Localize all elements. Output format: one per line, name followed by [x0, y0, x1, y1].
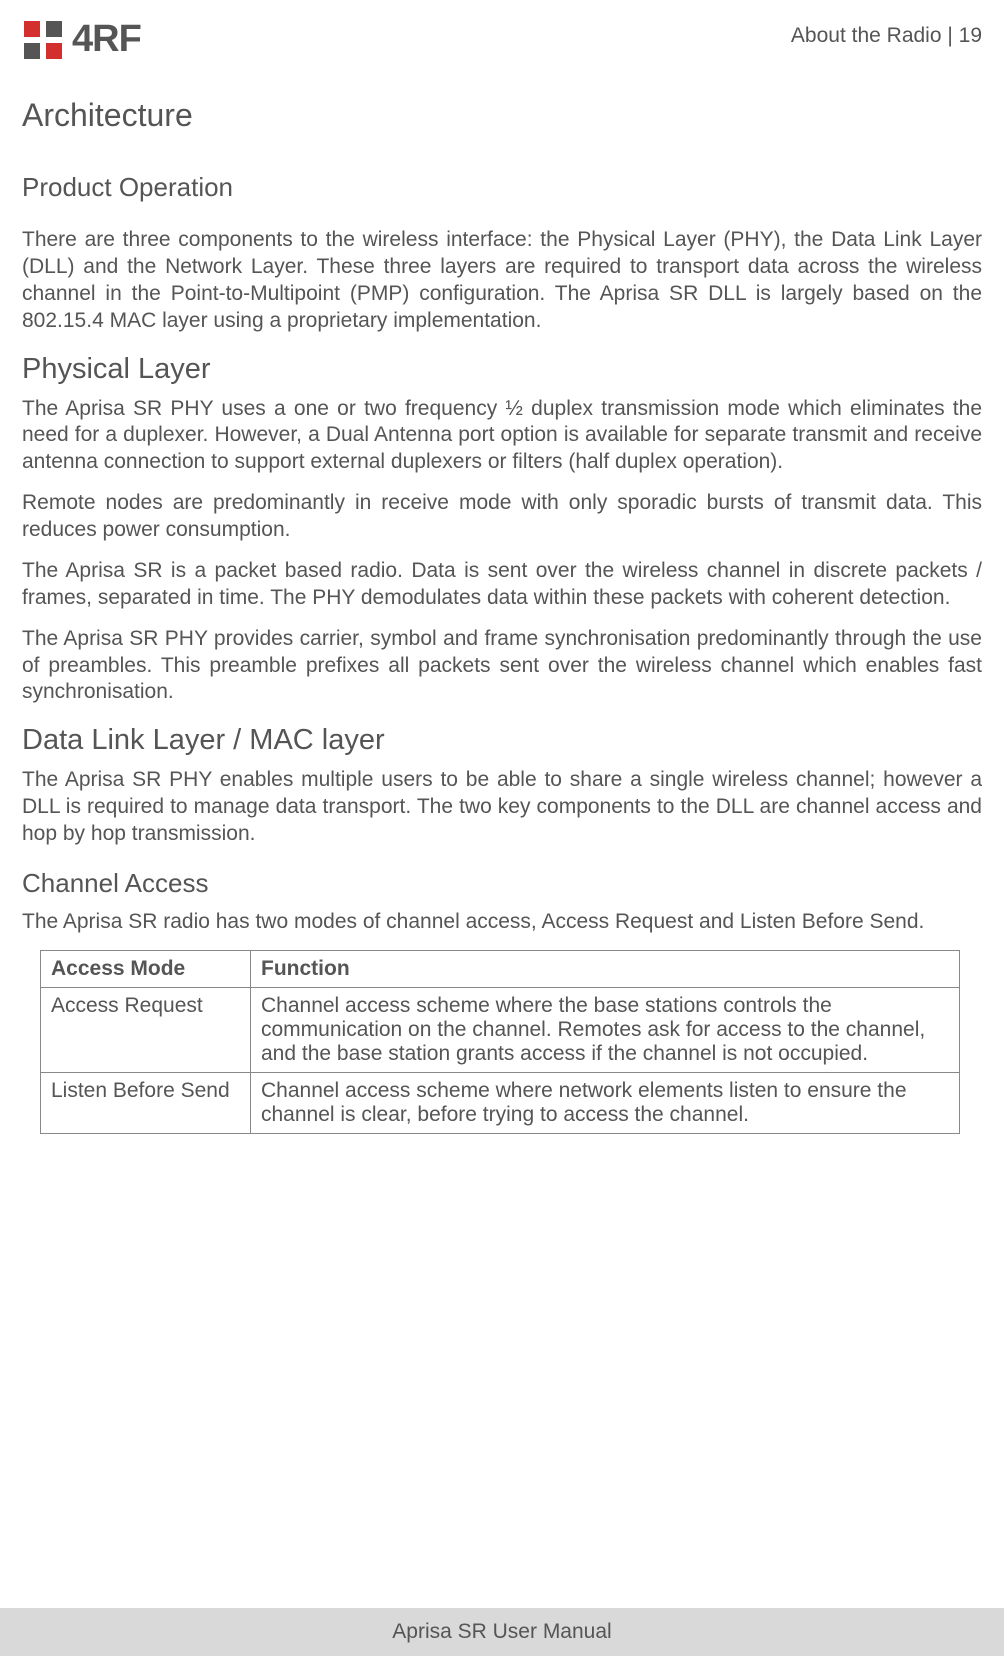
heading-product-operation: Product Operation: [22, 172, 982, 203]
logo-text: 4RF: [72, 18, 141, 61]
heading-physical-layer: Physical Layer: [22, 353, 982, 386]
logo-icon: [22, 19, 64, 61]
table-cell-mode: Listen Before Send: [41, 1072, 251, 1133]
heading-channel-access: Channel Access: [22, 868, 982, 899]
body-text: The Aprisa SR is a packet based radio. D…: [22, 558, 982, 612]
table-header-row: Access Mode Function: [41, 950, 960, 987]
table-cell-function: Channel access scheme where network elem…: [251, 1072, 960, 1133]
table-cell-function: Channel access scheme where the base sta…: [251, 987, 960, 1072]
page-title: Architecture: [22, 97, 982, 134]
table-cell-mode: Access Request: [41, 987, 251, 1072]
heading-dll: Data Link Layer / MAC layer: [22, 724, 982, 757]
body-text: The Aprisa SR PHY provides carrier, symb…: [22, 626, 982, 707]
body-text: Remote nodes are predominantly in receiv…: [22, 490, 982, 544]
logo: 4RF: [22, 18, 141, 61]
body-text: The Aprisa SR radio has two modes of cha…: [22, 909, 982, 936]
page-footer: Aprisa SR User Manual: [0, 1608, 1004, 1656]
body-text: There are three components to the wirele…: [22, 227, 982, 335]
table-header-function: Function: [251, 950, 960, 987]
body-text: The Aprisa SR PHY uses a one or two freq…: [22, 396, 982, 477]
table-row: Listen Before Send Channel access scheme…: [41, 1072, 960, 1133]
channel-access-table: Access Mode Function Access Request Chan…: [40, 950, 960, 1134]
table-header-mode: Access Mode: [41, 950, 251, 987]
table-row: Access Request Channel access scheme whe…: [41, 987, 960, 1072]
header-section-label: About the Radio | 19: [791, 18, 982, 48]
body-text: The Aprisa SR PHY enables multiple users…: [22, 767, 982, 848]
page-header: 4RF About the Radio | 19: [22, 18, 982, 61]
